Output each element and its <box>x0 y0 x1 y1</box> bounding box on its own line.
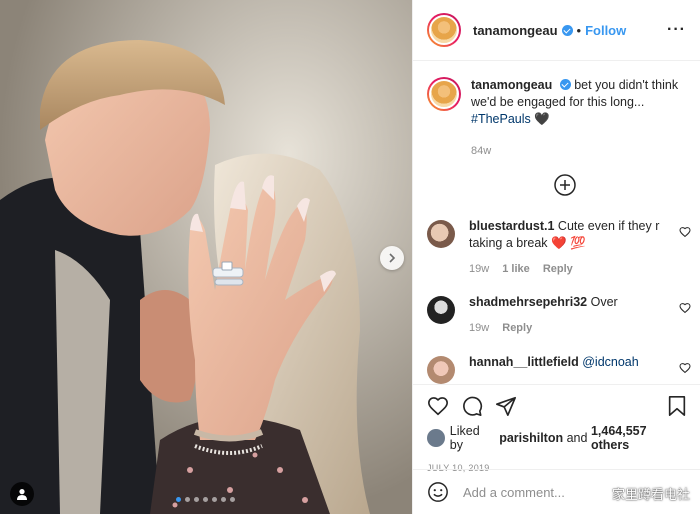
plus-circle-icon <box>554 174 576 196</box>
follow-button[interactable]: Follow <box>585 23 626 38</box>
comment-item: bluestardust.1 Cute even if they r takin… <box>413 218 700 278</box>
reply-button[interactable]: Reply <box>543 263 573 275</box>
comment-likes[interactable]: 1 like <box>502 263 530 275</box>
comment-age[interactable]: 19w <box>469 263 489 275</box>
comment-age[interactable]: 19w <box>469 322 489 334</box>
load-more-comments-button[interactable] <box>553 173 577 202</box>
engagement-photo <box>0 0 412 514</box>
carousel-dot <box>212 497 217 502</box>
bookmark-icon[interactable] <box>667 395 687 417</box>
more-options-icon[interactable]: ··· <box>667 21 686 39</box>
emoji-icon[interactable] <box>427 481 449 503</box>
comment-avatar[interactable] <box>427 220 455 248</box>
caption-age[interactable]: 84w <box>471 145 491 157</box>
comment-username[interactable]: hannah__littlefield <box>469 355 579 369</box>
liker-avatar[interactable] <box>427 429 445 447</box>
comment-avatar[interactable] <box>427 296 455 324</box>
author-avatar[interactable] <box>427 13 461 47</box>
caption-avatar[interactable] <box>427 77 461 111</box>
post-actions: Liked by parishilton and 1,464,557 other… <box>413 384 700 473</box>
separator: • <box>576 22 582 38</box>
carousel-dot <box>203 497 208 502</box>
comment-emoji: ❤️ 💯 <box>551 236 586 250</box>
comment-input[interactable] <box>463 484 603 500</box>
likes-summary: Liked by parishilton and 1,464,557 other… <box>427 424 687 452</box>
likes-prefix: Liked by <box>449 424 480 452</box>
carousel-dot <box>185 497 190 502</box>
caption-username[interactable]: tanamongeau <box>471 78 552 92</box>
reply-button[interactable]: Reply <box>502 322 532 334</box>
likes-and: and <box>566 431 588 445</box>
caption-emoji: 🖤 <box>534 112 550 126</box>
comment-avatar[interactable] <box>427 356 455 384</box>
liker-username[interactable]: parishilton <box>499 431 563 445</box>
carousel-dot <box>176 497 181 502</box>
author-username[interactable]: tanamongeau <box>473 23 558 38</box>
likes-count[interactable]: 1,464,557 others <box>591 424 687 452</box>
user-icon <box>17 489 27 500</box>
chevron-right-icon <box>389 253 396 263</box>
like-comment-heart-icon[interactable] <box>679 302 691 314</box>
like-heart-icon[interactable] <box>427 395 449 417</box>
watermark-text: 家里蹲看电社 <box>611 488 690 503</box>
comment-icon[interactable] <box>461 395 483 417</box>
comment-username[interactable]: shadmehrsepehri32 <box>469 295 587 309</box>
comment-item: hannah__littlefield @idcnoah <box>413 354 700 384</box>
caption-hashtag[interactable]: #ThePauls <box>471 112 531 126</box>
verified-badge-icon <box>561 24 573 36</box>
post-image[interactable] <box>0 0 412 514</box>
carousel-dot <box>230 497 235 502</box>
comment-username[interactable]: bluestardust.1 <box>469 219 554 233</box>
comment-mention[interactable]: @idcnoah <box>582 355 638 369</box>
carousel-dot <box>194 497 199 502</box>
comment-text: Over <box>590 295 618 309</box>
comment-item: shadmehrsepehri32 Over 19w Reply <box>413 294 700 337</box>
like-comment-heart-icon[interactable] <box>679 362 691 374</box>
post-sidebar: tanamongeau • Follow ··· tanamongeau bet… <box>412 0 700 514</box>
post-header: tanamongeau • Follow ··· <box>413 0 700 61</box>
like-comment-heart-icon[interactable] <box>679 226 691 238</box>
carousel-dot <box>221 497 226 502</box>
carousel-indicator <box>176 497 235 502</box>
next-slide-button[interactable] <box>380 246 404 270</box>
tagged-users-button[interactable] <box>10 482 34 506</box>
share-icon[interactable] <box>495 395 517 417</box>
verified-badge-icon <box>559 79 571 90</box>
caption: tanamongeau bet you didn't think we'd be… <box>413 77 700 160</box>
comments-list[interactable]: tanamongeau bet you didn't think we'd be… <box>413 61 700 384</box>
